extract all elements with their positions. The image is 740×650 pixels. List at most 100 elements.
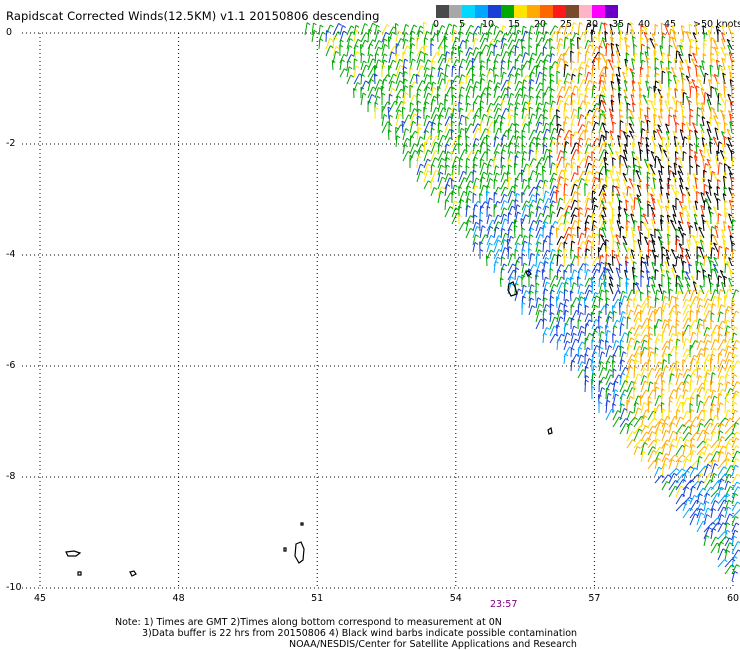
wind-barb: [556, 31, 559, 43]
wind-barb: [660, 23, 663, 36]
wind-barb-flag: [630, 395, 634, 399]
wind-barb-flag: [355, 65, 360, 69]
wind-barb-flag: [551, 53, 555, 56]
wind-barb: [332, 23, 340, 36]
wind-barb-flag: [517, 242, 521, 246]
wind-barb-flag: [544, 136, 548, 140]
wind-barb-flag: [515, 144, 520, 148]
wind-barb-flag: [544, 297, 548, 301]
wind-barb-flag: [712, 430, 717, 434]
wind-barb-flag: [495, 73, 499, 77]
wind-barb-flag: [427, 92, 432, 96]
wind-barb: [612, 311, 615, 323]
wind-barb-flag: [735, 437, 740, 441]
wind-barb: [639, 232, 642, 246]
wind-barb: [701, 155, 705, 169]
wind-barb: [430, 23, 434, 36]
wind-barb-flag: [669, 169, 674, 173]
wind-barb-flag: [581, 177, 585, 181]
wind-barb: [535, 253, 538, 267]
wind-barb: [549, 242, 551, 253]
wind-barb-flag: [714, 500, 719, 504]
wind-barb-flag: [517, 67, 522, 71]
wind-barb: [555, 296, 558, 309]
wind-barb-flag: [586, 178, 590, 182]
wind-barb-flag: [586, 151, 590, 154]
wind-barb: [507, 128, 510, 141]
wind-barb-flag: [377, 59, 382, 63]
wind-barb-flag: [559, 43, 564, 47]
wind-barb-flag: [662, 408, 666, 412]
wind-barb: [619, 323, 622, 337]
wind-barb-flag: [630, 337, 635, 341]
wind-barb-flag: [560, 235, 565, 239]
wind-barb: [703, 163, 706, 176]
wind-barb-flag: [545, 122, 550, 126]
wind-barb-flag: [720, 450, 724, 454]
wind-barb: [717, 393, 720, 407]
wind-barb-flag: [671, 309, 676, 313]
wind-barb-flag: [687, 374, 692, 378]
wind-barb-flag: [579, 212, 584, 216]
wind-barb-flag: [588, 143, 592, 147]
wind-barb-flag: [539, 71, 543, 75]
wind-barb-flag: [460, 107, 464, 111]
wind-barb-flag: [560, 264, 565, 267]
wind-barb-flag: [372, 86, 377, 90]
wind-barb-flag: [404, 78, 408, 82]
wind-barb-flag: [377, 95, 381, 99]
wind-barb: [703, 522, 713, 533]
wind-barb-flag: [503, 71, 507, 75]
wind-barb-flag: [537, 185, 542, 189]
wind-barb: [549, 61, 556, 71]
wind-barb: [717, 353, 720, 365]
wind-barb-flag: [669, 396, 674, 399]
wind-barb-flag: [544, 109, 549, 112]
wind-barb: [493, 26, 497, 36]
wind-barb-flag: [399, 71, 404, 75]
wind-barb-flag: [510, 50, 515, 54]
wind-barb-flag: [335, 50, 340, 54]
wind-barb-flag: [504, 43, 508, 46]
wind-barb-flag: [734, 409, 739, 413]
wind-barb-flag: [707, 339, 711, 343]
wind-barb: [507, 164, 510, 176]
wind-barb-flag: [706, 372, 711, 376]
wind-barb: [689, 289, 695, 302]
wind-barb: [632, 183, 635, 197]
wind-barb-flag: [545, 276, 549, 280]
wind-barb-flag: [686, 397, 691, 400]
wind-barb-flag: [606, 42, 610, 46]
wind-barb: [709, 358, 712, 372]
wind-barb-flag: [690, 85, 695, 89]
wind-barb-flag: [378, 46, 382, 50]
wind-barb-flag: [606, 399, 611, 403]
wind-barb-flag: [581, 361, 586, 365]
wind-barb-flag: [606, 246, 610, 249]
wind-barb: [353, 73, 360, 85]
wind-barb-flag: [516, 102, 521, 106]
wind-barb-flag: [427, 59, 432, 63]
wind-barb: [682, 426, 689, 435]
wind-barb: [570, 277, 572, 288]
wind-barb: [353, 45, 356, 57]
wind-barb-flag: [721, 375, 725, 379]
wind-barb: [661, 408, 664, 421]
wind-barb-flag: [658, 318, 662, 322]
wind-barb: [710, 408, 712, 421]
wind-barb: [409, 51, 412, 64]
wind-barb: [730, 86, 733, 99]
wind-barb-flag: [664, 422, 669, 426]
wind-barb-flag: [614, 380, 619, 384]
wind-barb: [689, 331, 694, 344]
wind-barb-flag: [518, 80, 523, 84]
wind-barb-flag: [329, 37, 334, 41]
wind-barb-flag: [419, 149, 424, 153]
wind-barb: [661, 330, 664, 344]
wind-barb: [716, 198, 719, 211]
wind-barb-flag: [734, 354, 739, 358]
wind-barb-flag: [523, 25, 527, 29]
wind-barb-flag: [544, 116, 548, 120]
wind-barb-flag: [566, 211, 570, 214]
wind-barb-flag: [708, 527, 713, 530]
